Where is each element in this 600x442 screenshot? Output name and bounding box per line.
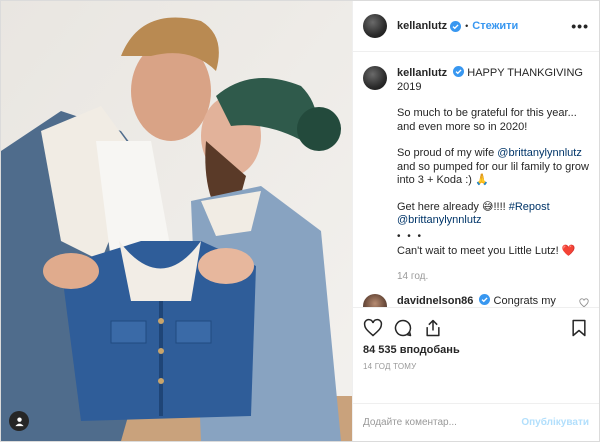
caption-body: kellanlutz HAPPY THANKGIVING 2019 So muc… [397, 66, 589, 284]
action-icons [363, 314, 589, 342]
comment-username[interactable]: davidnelson86 [397, 295, 473, 307]
avatar[interactable] [363, 293, 387, 307]
add-comment-bar: Опублікувати [353, 403, 599, 441]
heart-icon[interactable] [363, 318, 383, 338]
more-icon[interactable]: ••• [571, 18, 589, 34]
verified-icon [479, 293, 491, 305]
post-actions: 84 535 вподобань 14 год тому [353, 307, 599, 403]
verified-icon [453, 66, 465, 77]
comments-list: kellanlutz HAPPY THANKGIVING 2019 So muc… [353, 52, 599, 307]
share-icon[interactable] [423, 318, 443, 338]
caption-paragraph-2: So much to be grateful for this year... … [397, 107, 577, 133]
mention-link[interactable]: @brittanylynnlutz [397, 214, 482, 226]
caption-timestamp[interactable]: 14 год. [397, 270, 589, 284]
caption-line1: HAPPY THANKGIVING [467, 67, 583, 79]
publish-button[interactable]: Опублікувати [521, 417, 589, 428]
verified-icon [450, 20, 462, 32]
post-username[interactable]: kellanlutz [397, 20, 447, 32]
caption-line1b: 2019 [397, 80, 422, 93]
avatar[interactable] [363, 14, 387, 38]
post-sidebar: kellanlutz • Стежити ••• kellanlutz HAPP… [352, 1, 599, 441]
caption-username[interactable]: kellanlutz [397, 67, 447, 79]
post-time[interactable]: 14 год тому [363, 362, 589, 371]
likes-count[interactable]: 84 535 вподобань [363, 344, 589, 356]
caption-paragraph-3: So proud of my wife @brittanylynnlutz an… [397, 147, 589, 186]
avatar[interactable] [363, 66, 387, 90]
post-header: kellanlutz • Стежити ••• [353, 1, 599, 52]
caption: kellanlutz HAPPY THANKGIVING 2019 So muc… [363, 66, 589, 284]
hashtag-link[interactable]: #Repost [509, 201, 550, 213]
photo-illustration [1, 1, 352, 441]
instagram-post: kellanlutz • Стежити ••• kellanlutz HAPP… [0, 0, 600, 442]
post-photo[interactable] [1, 1, 352, 441]
comment-input[interactable] [363, 417, 522, 428]
caption-dots: • • • [397, 230, 424, 242]
bookmark-icon[interactable] [569, 318, 589, 338]
user-tag-icon[interactable] [9, 411, 29, 431]
separator-dot: • [465, 21, 469, 31]
comment-like-heart-icon[interactable] [579, 297, 589, 308]
mention-link[interactable]: @brittanylynnlutz [497, 147, 582, 159]
comment-icon[interactable] [393, 318, 413, 338]
caption-paragraph-5: Can't wait to meet you Little Lutz! ❤️ [397, 244, 576, 257]
caption-paragraph-4: Get here already 😅!!!! #Repost @brittany… [397, 200, 550, 227]
comment: davidnelson86 Congrats my man! I guess t… [363, 293, 589, 308]
follow-button[interactable]: Стежити [472, 20, 518, 32]
